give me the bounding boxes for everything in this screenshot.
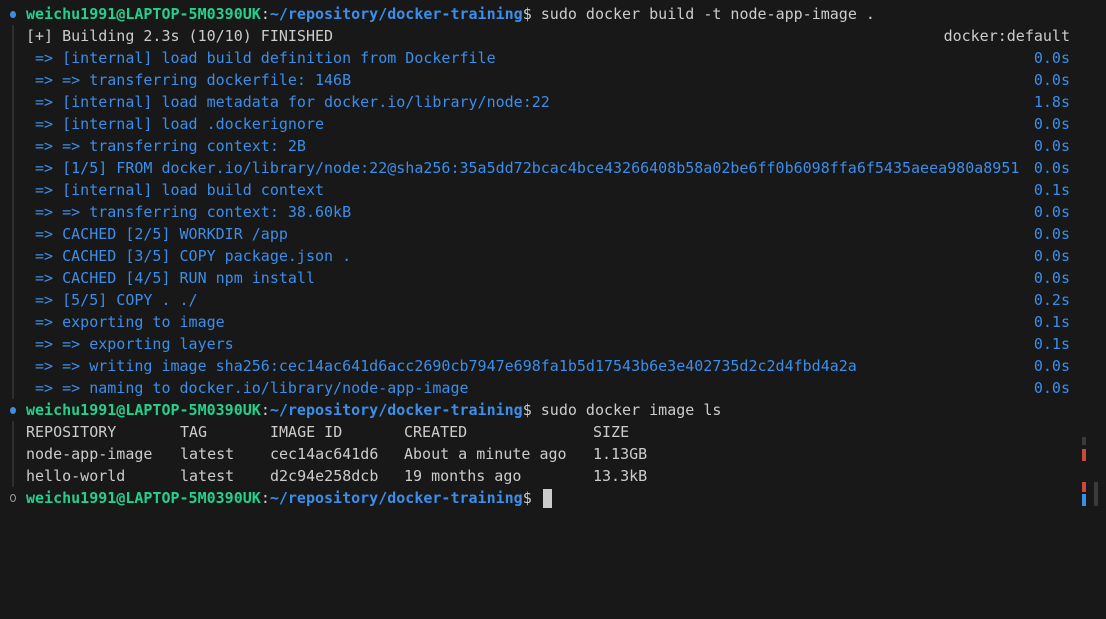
build-step-time: 0.0s (1033, 247, 1070, 265)
scrollbar-marker (1082, 482, 1086, 492)
build-step-line: => => writing image sha256:cec14ac641d6a… (0, 355, 1078, 377)
build-step-time: 0.0s (1033, 159, 1070, 177)
build-step-text: => [internal] load .dockerignore (26, 115, 325, 133)
build-step-text: => => naming to docker.io/library/node-a… (26, 379, 469, 397)
build-step-text: => [internal] load build context (26, 181, 325, 199)
build-step-time: 1.8s (1033, 93, 1070, 111)
prompt-line-image-ls: weichu1991@LAPTOP-5M0390UK:~/repository/… (0, 399, 1078, 421)
build-step-line: => CACHED [2/5] WORKDIR /app 0.0s (0, 223, 1078, 245)
table-cell-created: 19 months ago (404, 467, 522, 485)
build-step-text: => CACHED [3/5] COPY package.json . (26, 247, 352, 265)
build-step-line: => => transferring dockerfile: 146B 0.0s (0, 69, 1078, 91)
build-step-time: 0.0s (1033, 357, 1070, 375)
build-step-time: 0.0s (1033, 115, 1070, 133)
command-text: sudo docker image ls (540, 401, 722, 419)
prompt-path: ~/repository/docker-training (269, 5, 523, 23)
command-text: sudo docker build -t node-app-image . (540, 5, 875, 23)
build-step-text: => => transferring context: 38.60kB (26, 203, 352, 221)
table-cell-created: About a minute ago (404, 445, 567, 463)
build-step-time: 0.0s (1033, 225, 1070, 243)
scrollbar-marker (1082, 494, 1086, 506)
build-step-text: => => writing image sha256:cec14ac641d6a… (26, 357, 857, 375)
scrollbar-marker (1082, 449, 1086, 461)
terminal-cursor (542, 489, 552, 508)
command-status-dot[interactable] (10, 399, 16, 421)
table-header-tag: TAG (180, 423, 208, 441)
build-step-text: => [5/5] COPY . ./ (26, 291, 198, 309)
build-step-line: => CACHED [4/5] RUN npm install 0.0s (0, 267, 1078, 289)
build-step-line: => [internal] load build definition from… (0, 47, 1078, 69)
table-header-size: SIZE (593, 423, 630, 441)
build-step-text: => => exporting layers (26, 335, 234, 353)
build-step-text: => => transferring dockerfile: 146B (26, 71, 352, 89)
build-step-line: => [5/5] COPY . ./ 0.2s (0, 289, 1078, 311)
build-step-line: => => transferring context: 38.60kB 0.0s (0, 201, 1078, 223)
build-step-line: => [1/5] FROM docker.io/library/node:22@… (0, 157, 1078, 179)
build-step-text: => exporting to image (26, 313, 225, 331)
terminal-scrollbar[interactable] (1078, 0, 1106, 516)
table-row: node-app-image latest cec14ac641d6 About… (0, 443, 1078, 465)
table-row: hello-world latest d2c94e258dcb 19 month… (0, 465, 1078, 487)
build-step-line: => [internal] load metadata for docker.i… (0, 91, 1078, 113)
table-cell-repository: hello-world (26, 467, 126, 485)
terminal-output[interactable]: weichu1991@LAPTOP-5M0390UK:~/repository/… (0, 0, 1078, 516)
build-step-text: => => transferring context: 2B (26, 137, 306, 155)
build-header: [+] Building 2.3s (10/10) FINISHED (26, 27, 334, 45)
build-step-time: 0.1s (1033, 313, 1070, 331)
build-step-time: 0.0s (1033, 71, 1070, 89)
build-step-text: => [internal] load build definition from… (26, 49, 496, 67)
build-step-line: => exporting to image 0.1s (0, 311, 1078, 333)
table-cell-tag: latest (180, 445, 235, 463)
build-step-line: => CACHED [3/5] COPY package.json . 0.0s (0, 245, 1078, 267)
build-context: docker:default (943, 27, 1070, 45)
gutter-bar (12, 421, 14, 487)
command-status-dot[interactable] (10, 3, 16, 25)
build-step-text: => [internal] load metadata for docker.i… (26, 93, 550, 111)
build-step-line: => => transferring context: 2B 0.0s (0, 135, 1078, 157)
build-step-time: 0.2s (1033, 291, 1070, 309)
gutter-bar (12, 25, 14, 399)
build-step-line: => [internal] load .dockerignore 0.0s (0, 113, 1078, 135)
scrollbar-marker (1082, 437, 1086, 445)
build-header-line: [+] Building 2.3s (10/10) FINISHED docke… (0, 25, 1078, 47)
table-cell-image-id: d2c94e258dcb (270, 467, 379, 485)
build-step-time: 0.0s (1033, 203, 1070, 221)
build-step-line: => => naming to docker.io/library/node-a… (0, 377, 1078, 399)
table-cell-repository: node-app-image (26, 445, 153, 463)
prompt-path: ~/repository/docker-training (269, 401, 523, 419)
table-header-image-id: IMAGE ID (270, 423, 343, 441)
command-status-dot-empty[interactable] (10, 487, 16, 509)
prompt-line-build: weichu1991@LAPTOP-5M0390UK:~/repository/… (0, 3, 1078, 25)
table-cell-size: 1.13GB (593, 445, 648, 463)
prompt-line-current[interactable]: weichu1991@LAPTOP-5M0390UK:~/repository/… (0, 487, 1078, 509)
prompt-path: ~/repository/docker-training (269, 489, 523, 507)
build-step-text: => CACHED [4/5] RUN npm install (26, 269, 315, 287)
build-step-text: => CACHED [2/5] WORKDIR /app (26, 225, 288, 243)
build-step-line: => [internal] load build context 0.1s (0, 179, 1078, 201)
build-step-time: 0.0s (1033, 137, 1070, 155)
table-cell-size: 13.3kB (593, 467, 648, 485)
table-header-repository: REPOSITORY (26, 423, 117, 441)
scrollbar-marker (1094, 482, 1098, 506)
build-step-time: 0.0s (1033, 379, 1070, 397)
build-step-time: 0.1s (1033, 335, 1070, 353)
table-header-created: CREATED (404, 423, 468, 441)
build-step-text: => [1/5] FROM docker.io/library/node:22@… (26, 159, 1020, 177)
build-step-line: => => exporting layers 0.1s (0, 333, 1078, 355)
prompt-user: weichu1991@LAPTOP-5M0390UK (26, 401, 261, 419)
table-cell-tag: latest (180, 467, 235, 485)
build-step-time: 0.0s (1033, 49, 1070, 67)
build-step-time: 0.0s (1033, 269, 1070, 287)
table-cell-image-id: cec14ac641d6 (270, 445, 379, 463)
prompt-user: weichu1991@LAPTOP-5M0390UK (26, 489, 261, 507)
build-step-time: 0.1s (1033, 181, 1070, 199)
prompt-user: weichu1991@LAPTOP-5M0390UK (26, 5, 261, 23)
images-table-header: REPOSITORY TAG IMAGE ID CREATED SIZE (0, 421, 1078, 443)
